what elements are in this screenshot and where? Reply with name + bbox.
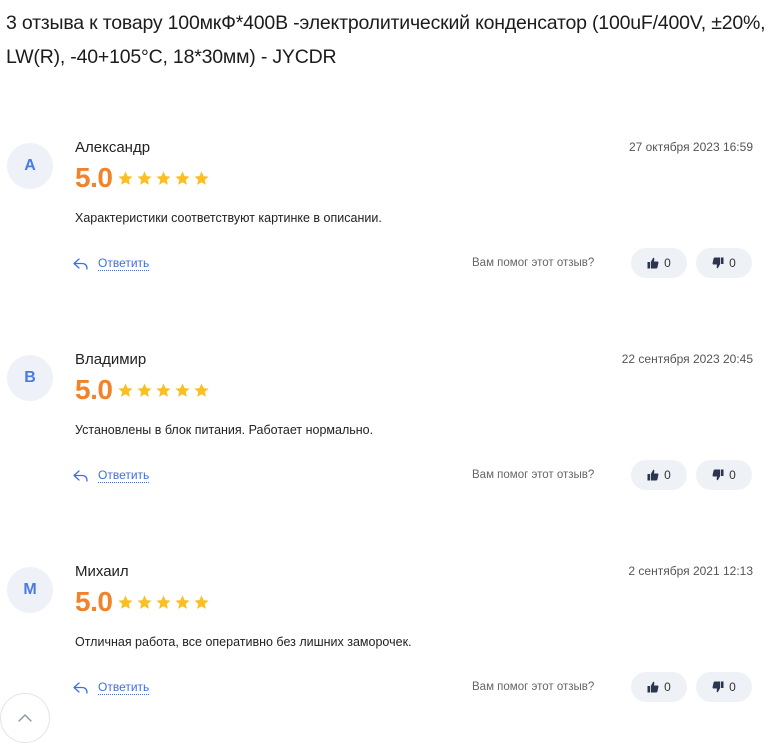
star-icon — [118, 594, 134, 609]
reply-button[interactable]: Ответить — [73, 468, 150, 483]
review-card: М Михаил 2 сентября 2021 12:13 5.0 Отлич… — [0, 563, 779, 713]
thumbs-up-icon — [647, 469, 659, 481]
reply-arrow-icon — [73, 469, 88, 482]
scroll-to-top-button[interactable] — [0, 693, 50, 743]
reply-button[interactable]: Ответить — [73, 256, 150, 271]
star-icon — [175, 382, 191, 397]
review-text: Установлены в блок питания. Работает нор… — [75, 423, 374, 437]
avatar: М — [7, 567, 53, 613]
like-count: 0 — [664, 256, 671, 270]
dislike-button[interactable]: 0 — [696, 460, 752, 490]
review-card: В Владимир 22 сентября 2023 20:45 5.0 Ус… — [0, 351, 779, 501]
review-author: Михаил — [75, 563, 129, 580]
page-title: 3 отзыва к товару 100мкФ*400В -электроли… — [6, 12, 766, 68]
reply-arrow-icon — [73, 681, 88, 694]
dislike-count: 0 — [729, 256, 736, 270]
avatar: А — [7, 143, 53, 189]
star-icon — [118, 382, 134, 397]
helpful-question: Вам помог этот отзыв? — [472, 681, 595, 693]
thumbs-up-icon — [647, 681, 659, 693]
like-button[interactable]: 0 — [631, 460, 687, 490]
star-icon — [156, 170, 172, 185]
rating-stars — [117, 382, 210, 399]
review-date: 2 сентября 2021 12:13 — [628, 564, 753, 578]
chevron-up-icon — [18, 714, 32, 722]
dislike-button[interactable]: 0 — [696, 248, 752, 278]
reply-arrow-icon — [73, 257, 88, 270]
star-icon — [175, 170, 191, 185]
star-icon — [118, 170, 134, 185]
star-icon — [194, 382, 210, 397]
rating: 5.0 — [75, 374, 210, 405]
dislike-count: 0 — [729, 680, 736, 694]
thumbs-up-icon — [647, 257, 659, 269]
reply-button[interactable]: Ответить — [73, 680, 150, 695]
review-author: Владимир — [75, 351, 147, 368]
review-author: Александр — [75, 139, 151, 156]
star-icon — [194, 594, 210, 609]
star-icon — [194, 170, 210, 185]
review-text: Характеристики соответствуют картинке в … — [75, 211, 382, 225]
rating-stars — [117, 594, 210, 611]
review-date: 27 октября 2023 16:59 — [628, 140, 753, 154]
star-icon — [137, 170, 153, 185]
rating-score: 5.0 — [75, 162, 113, 193]
like-count: 0 — [664, 468, 671, 482]
star-icon — [156, 594, 172, 609]
reply-label: Ответить — [98, 468, 150, 483]
reply-label: Ответить — [98, 256, 150, 271]
star-icon — [156, 382, 172, 397]
dislike-count: 0 — [729, 468, 736, 482]
avatar: В — [7, 355, 53, 401]
review-date: 22 сентября 2023 20:45 — [621, 352, 753, 366]
rating: 5.0 — [75, 162, 210, 193]
thumbs-down-icon — [712, 257, 724, 269]
helpful-question: Вам помог этот отзыв? — [472, 469, 595, 481]
like-button[interactable]: 0 — [631, 672, 687, 702]
like-count: 0 — [664, 680, 671, 694]
rating-score: 5.0 — [75, 374, 113, 405]
dislike-button[interactable]: 0 — [696, 672, 752, 702]
star-icon — [175, 594, 191, 609]
star-icon — [137, 382, 153, 397]
reply-label: Ответить — [98, 680, 150, 695]
rating-stars — [117, 170, 210, 187]
rating-score: 5.0 — [75, 586, 113, 617]
like-button[interactable]: 0 — [631, 248, 687, 278]
thumbs-down-icon — [712, 469, 724, 481]
rating: 5.0 — [75, 586, 210, 617]
review-card: А Александр 27 октября 2023 16:59 5.0 Ха… — [0, 139, 779, 289]
review-text: Отличная работа, все оперативно без лишн… — [75, 635, 412, 649]
star-icon — [137, 594, 153, 609]
helpful-question: Вам помог этот отзыв? — [472, 257, 595, 269]
thumbs-down-icon — [712, 681, 724, 693]
